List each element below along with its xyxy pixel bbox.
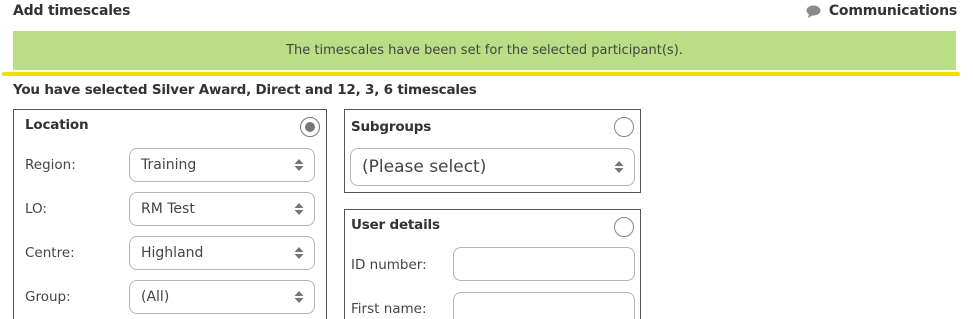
- user-details-radio[interactable]: [614, 217, 634, 237]
- location-panel: Location Region: Training LO: RM Test Ce…: [13, 109, 327, 319]
- centre-select[interactable]: Highland: [129, 236, 315, 270]
- sort-arrows-icon: [294, 203, 304, 215]
- group-select[interactable]: (All): [129, 280, 315, 314]
- speech-bubble-icon: [806, 5, 821, 18]
- id-number-input[interactable]: [453, 247, 635, 281]
- lo-value: RM Test: [141, 201, 195, 217]
- user-details-panel: User details ID number: First name:: [344, 209, 641, 319]
- page-header: Add timescales Communications: [0, 0, 973, 24]
- subgroups-value: (Please select): [362, 157, 487, 177]
- lo-label: LO:: [25, 201, 47, 217]
- user-details-title: User details: [351, 217, 440, 233]
- location-title: Location: [25, 117, 89, 133]
- region-value: Training: [141, 157, 197, 173]
- group-label: Group:: [25, 289, 71, 305]
- subgroups-select[interactable]: (Please select): [350, 148, 635, 186]
- location-radio[interactable]: [300, 117, 320, 137]
- id-number-label: ID number:: [351, 257, 427, 273]
- centre-label: Centre:: [25, 245, 75, 261]
- region-label: Region:: [25, 157, 76, 173]
- page-title: Add timescales: [13, 3, 131, 19]
- region-select[interactable]: Training: [129, 148, 315, 182]
- subgroups-radio[interactable]: [614, 117, 634, 137]
- sort-arrows-icon: [294, 159, 304, 171]
- selection-summary: You have selected Silver Award, Direct a…: [13, 82, 477, 98]
- first-name-input[interactable]: [453, 292, 635, 319]
- divider: [2, 72, 960, 76]
- sort-arrows-icon: [294, 291, 304, 303]
- success-banner: The timescales have been set for the sel…: [13, 31, 956, 70]
- sort-arrows-icon: [614, 161, 624, 173]
- sort-arrows-icon: [294, 247, 304, 259]
- group-value: (All): [141, 289, 170, 305]
- subgroups-panel: Subgroups (Please select): [344, 109, 641, 193]
- subgroups-title: Subgroups: [351, 119, 432, 135]
- communications-link[interactable]: Communications: [806, 3, 957, 19]
- centre-value: Highland: [141, 245, 204, 261]
- first-name-label: First name:: [351, 301, 427, 317]
- lo-select[interactable]: RM Test: [129, 192, 315, 226]
- communications-label: Communications: [828, 3, 957, 19]
